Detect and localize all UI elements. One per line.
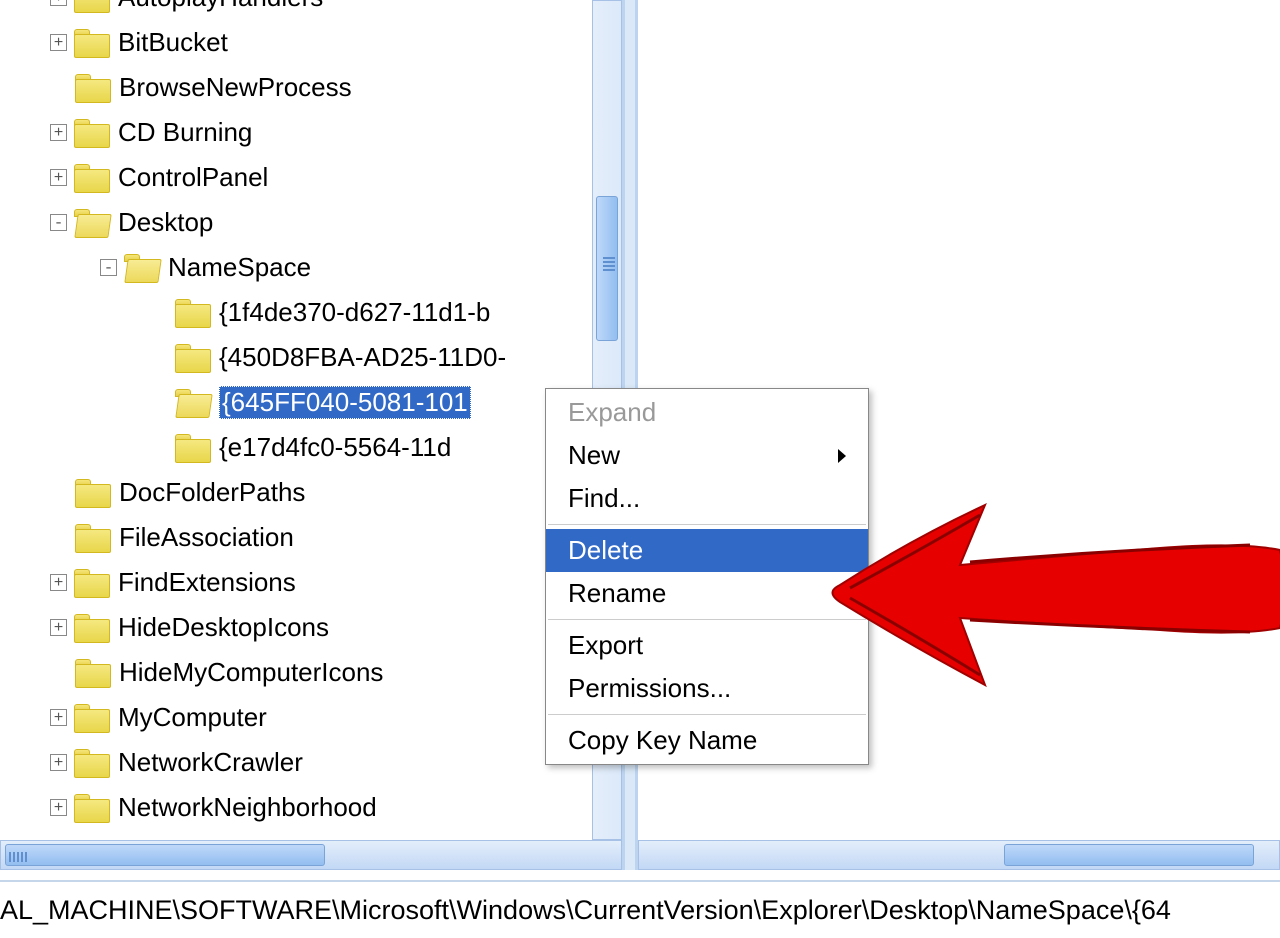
horizontal-scrollbar-thumb-right[interactable] — [1004, 844, 1254, 866]
status-bar-text: AL_MACHINE\SOFTWARE\Microsoft\Windows\Cu… — [0, 895, 1171, 926]
status-bar: AL_MACHINE\SOFTWARE\Microsoft\Windows\Cu… — [0, 880, 1280, 938]
tree-item-label[interactable]: FindExtensions — [118, 567, 296, 598]
folder-icon — [175, 299, 211, 327]
menu-item-permissions[interactable]: Permissions... — [546, 667, 868, 710]
tree-item-label[interactable]: FileAssociation — [119, 522, 294, 553]
tree-row[interactable]: + NetworkCrawler — [0, 740, 622, 785]
tree-row[interactable]: + FindExtensions — [0, 560, 622, 605]
tree-item-label[interactable]: MyComputer — [118, 702, 267, 733]
tree-row[interactable]: - Desktop — [0, 200, 622, 245]
tree-row[interactable]: {1f4de370-d627-11d1-b — [0, 290, 622, 335]
tree-item-label[interactable]: HideDesktopIcons — [118, 612, 329, 643]
expand-icon[interactable]: + — [50, 124, 67, 141]
tree-row[interactable]: - NameSpace — [0, 245, 622, 290]
tree-item-label[interactable]: CD Burning — [118, 117, 252, 148]
folder-icon — [75, 74, 111, 102]
folder-icon — [75, 479, 111, 507]
horizontal-scrollbar-thumb-left[interactable] — [5, 844, 325, 866]
tree-row[interactable]: + HideDesktopIcons — [0, 605, 622, 650]
menu-item-label: Find... — [568, 483, 640, 514]
tree-item-label[interactable]: NameSpace — [168, 252, 311, 283]
folder-icon — [74, 704, 110, 732]
folder-icon — [74, 164, 110, 192]
tree-item-label[interactable]: NetworkCrawler — [118, 747, 303, 778]
menu-item-label: Permissions... — [568, 673, 731, 704]
tree-item-label[interactable]: BitBucket — [118, 27, 228, 58]
context-menu: Expand New Find... Delete Rename Export Permis… — [545, 388, 869, 765]
folder-icon — [175, 434, 211, 462]
menu-item-copy-key-name[interactable]: Copy Key Name — [546, 719, 868, 762]
expand-icon[interactable]: + — [50, 169, 67, 186]
tree-item-label[interactable]: DocFolderPaths — [119, 477, 305, 508]
folder-icon — [74, 749, 110, 777]
tree-row[interactable]: + AutoplayHandlers — [0, 0, 622, 20]
menu-item-label: Copy Key Name — [568, 725, 757, 756]
tree-row[interactable]: {450D8FBA-AD25-11D0- — [0, 335, 622, 380]
tree-row[interactable]: + BitBucket — [0, 20, 622, 65]
menu-item-label: Export — [568, 630, 643, 661]
folder-icon — [75, 524, 111, 552]
tree-row[interactable]: + CD Burning — [0, 110, 622, 155]
folder-icon — [74, 119, 110, 147]
tree-row[interactable]: + NetworkNeighborhood — [0, 785, 622, 830]
tree-item-label[interactable]: Desktop — [118, 207, 213, 238]
folder-icon — [175, 344, 211, 372]
folder-icon — [74, 569, 110, 597]
expand-icon[interactable]: + — [50, 619, 67, 636]
expand-icon[interactable]: + — [50, 799, 67, 816]
tree-row[interactable]: {645FF040-5081-101 — [0, 380, 622, 425]
expand-icon[interactable]: + — [50, 754, 67, 771]
tree-row[interactable]: HideMyComputerIcons — [0, 650, 622, 695]
menu-item-expand: Expand — [546, 391, 868, 434]
horizontal-scrollbar-right[interactable] — [638, 840, 1280, 870]
menu-item-export[interactable]: Export — [546, 624, 868, 667]
tree-row[interactable]: FileAssociation — [0, 515, 622, 560]
tree-item-label[interactable]: AutoplayHandlers — [118, 0, 323, 13]
tree-item-label[interactable]: {450D8FBA-AD25-11D0- — [219, 342, 506, 373]
tree-panel: + AutoplayHandlers + BitBucket BrowseNewProc… — [0, 0, 625, 870]
tree-item-label[interactable]: BrowseNewProcess — [119, 72, 352, 103]
folder-icon — [74, 29, 110, 57]
tree-row[interactable]: + ControlPanel — [0, 155, 622, 200]
menu-item-label: Delete — [568, 535, 643, 566]
expand-icon[interactable]: + — [50, 709, 67, 726]
menu-separator — [548, 619, 866, 620]
tree-item-label[interactable]: {645FF040-5081-101 — [219, 386, 471, 419]
menu-item-label: Rename — [568, 578, 666, 609]
collapse-icon[interactable]: - — [100, 259, 117, 276]
submenu-arrow-icon — [838, 449, 846, 463]
menu-item-new[interactable]: New — [546, 434, 868, 477]
expand-icon[interactable]: + — [50, 34, 67, 51]
tree-item-label[interactable]: {1f4de370-d627-11d1-b — [219, 297, 490, 328]
horizontal-scrollbar-left[interactable] — [0, 840, 622, 870]
expand-icon[interactable]: + — [50, 574, 67, 591]
expand-icon[interactable]: + — [50, 0, 67, 6]
menu-separator — [548, 714, 866, 715]
folder-open-icon — [74, 209, 110, 237]
menu-item-delete[interactable]: Delete — [546, 529, 868, 572]
menu-item-label: New — [568, 440, 620, 471]
menu-separator — [548, 524, 866, 525]
menu-item-label: Expand — [568, 397, 656, 428]
folder-open-icon — [175, 389, 211, 417]
folder-icon — [74, 0, 110, 12]
tree-item-label[interactable]: HideMyComputerIcons — [119, 657, 383, 688]
collapse-icon[interactable]: - — [50, 214, 67, 231]
tree-content: + AutoplayHandlers + BitBucket BrowseNewProc… — [0, 0, 622, 840]
vertical-scrollbar-thumb[interactable] — [596, 196, 618, 341]
tree-item-label[interactable]: {e17d4fc0-5564-11d — [219, 432, 451, 463]
folder-open-icon — [124, 254, 160, 282]
tree-row[interactable]: BrowseNewProcess — [0, 65, 622, 110]
folder-icon — [74, 794, 110, 822]
menu-item-find[interactable]: Find... — [546, 477, 868, 520]
menu-item-rename[interactable]: Rename — [546, 572, 868, 615]
folder-icon — [75, 659, 111, 687]
tree-item-label[interactable]: ControlPanel — [118, 162, 268, 193]
tree-row[interactable]: {e17d4fc0-5564-11d — [0, 425, 622, 470]
tree-row[interactable]: DocFolderPaths — [0, 470, 622, 515]
folder-icon — [74, 614, 110, 642]
tree-row[interactable]: + MyComputer — [0, 695, 622, 740]
tree-item-label[interactable]: NetworkNeighborhood — [118, 792, 377, 823]
